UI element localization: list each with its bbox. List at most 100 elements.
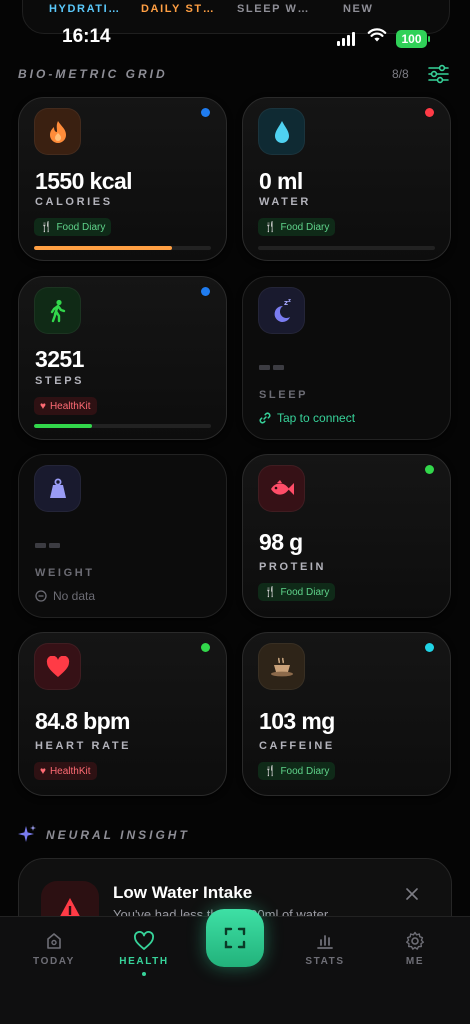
metric-card-steps[interactable]: 3251 STEPS ♥ HealthKit [18,276,227,440]
nav-today[interactable]: TODAY [14,931,94,967]
status-time: 16:14 [62,26,111,47]
source-badge[interactable]: 🍴 Food Diary [258,218,336,236]
connect-link[interactable]: Tap to connect [259,411,355,425]
status-bar: 16:14 100 [0,22,470,56]
progress-fill [34,424,93,428]
metric-card-calories[interactable]: 1550 kcal CALORIES 🍴 Food Diary [18,97,227,261]
metric-value: 84.8 bpm [35,708,131,734]
badge-label: Food Diary [280,765,330,777]
badge-label: Food Diary [280,221,330,233]
metric-label: HEART RATE [35,740,132,752]
progress-bar [34,424,211,428]
metric-label: WATER [259,196,311,208]
nav-label: HEALTH [119,956,169,967]
weight-icon [34,465,81,512]
tab-sleep[interactable]: SLEEP W… [237,3,310,15]
empty-value-placeholder [259,365,284,370]
battery-indicator: 100 [396,30,430,48]
metric-value: 0 ml [259,168,303,194]
status-dot [201,108,210,117]
metric-value: 3251 [35,346,84,372]
fork-knife-icon: 🍴 [264,765,277,777]
fish-icon [258,465,305,512]
battery-level: 100 [401,32,422,46]
minus-circle-icon [35,590,47,602]
wifi-icon [367,28,387,42]
progress-fill [34,246,173,250]
badge-label: Food Diary [56,221,106,233]
source-badge[interactable]: ♥ HealthKit [34,397,97,415]
metric-label: PROTEIN [259,561,327,573]
svg-text:z: z [288,298,291,304]
badge-label: HealthKit [49,400,91,412]
link-icon [259,412,271,424]
nav-label: TODAY [33,956,75,967]
source-badge[interactable]: 🍴 Food Diary [258,762,336,780]
scan-button[interactable] [206,909,264,967]
nav-stats[interactable]: STATS [285,931,365,967]
tab-daily-stats[interactable]: DAILY ST… [141,3,215,15]
status-dot [425,108,434,117]
scan-frame-icon [224,927,246,949]
gear-icon [406,931,424,950]
nav-health[interactable]: HEALTH [104,931,184,976]
nav-label: ME [405,956,425,967]
metric-card-protein[interactable]: 98 g PROTEIN 🍴 Food Diary [242,454,451,618]
metric-card-caffeine[interactable]: 103 mg CAFFEINE 🍴 Food Diary [242,632,451,796]
metric-value: 98 g [259,529,303,555]
cellular-signal-icon [337,32,355,46]
metric-card-heart-rate[interactable]: 84.8 bpm HEART RATE ♥ HealthKit [18,632,227,796]
sliders-icon[interactable] [428,64,449,84]
source-badge[interactable]: 🍴 Food Diary [258,583,336,601]
sparkle-icon [18,825,36,842]
progress-bar [34,246,211,250]
home-icon [47,933,61,949]
insight-title: Low Water Intake [113,883,253,902]
heart-outline-icon [134,931,154,950]
no-data-label: No data [53,589,96,603]
metric-card-water[interactable]: 0 ml WATER 🍴 Food Diary [242,97,451,261]
fork-knife-icon: 🍴 [264,221,277,233]
source-badge[interactable]: 🍴 Food Diary [34,218,112,236]
walking-person-icon [34,287,81,334]
water-drop-icon [258,108,305,155]
metric-card-sleep[interactable]: zz SLEEP Tap to connect [242,276,451,440]
metric-label: SLEEP [259,389,309,401]
badge-label: HealthKit [49,765,91,777]
heart-icon [34,643,81,690]
metric-card-weight[interactable]: WEIGHT No data [18,454,227,618]
metric-label: CAFFEINE [259,740,335,752]
metric-value: 1550 kcal [35,168,133,194]
section-title-grid: BIO-METRIC GRID [18,67,168,81]
metric-value: 103 mg [259,708,335,734]
moon-sleep-icon: zz [258,287,305,334]
fork-knife-icon: 🍴 [264,586,277,598]
tab-hydration[interactable]: HYDRATI… [49,3,121,15]
flame-icon [34,108,81,155]
heart-icon: ♥ [40,765,46,777]
badge-label: Food Diary [280,586,330,598]
progress-bar [258,246,435,250]
metric-label: CALORIES [35,196,113,208]
no-data-status: No data [35,589,95,603]
status-dot [425,643,434,652]
metric-label: STEPS [35,375,85,387]
tab-new[interactable]: NEW [343,3,373,15]
grid-count: 8/8 [392,67,409,81]
source-badge[interactable]: ♥ HealthKit [34,762,97,780]
nav-label: STATS [305,956,345,967]
fork-knife-icon: 🍴 [40,221,53,233]
close-icon[interactable] [405,887,419,901]
bar-chart-icon [317,935,333,949]
nav-me[interactable]: ME [375,931,455,967]
status-dot [201,643,210,652]
status-dot [425,465,434,474]
coffee-cup-icon [258,643,305,690]
section-title-insight: NEURAL INSIGHT [46,828,190,842]
status-dot [201,287,210,296]
active-indicator [142,972,146,976]
heart-icon: ♥ [40,400,46,412]
empty-value-placeholder [35,543,60,548]
metric-label: WEIGHT [35,567,95,579]
connect-label: Tap to connect [277,411,356,425]
